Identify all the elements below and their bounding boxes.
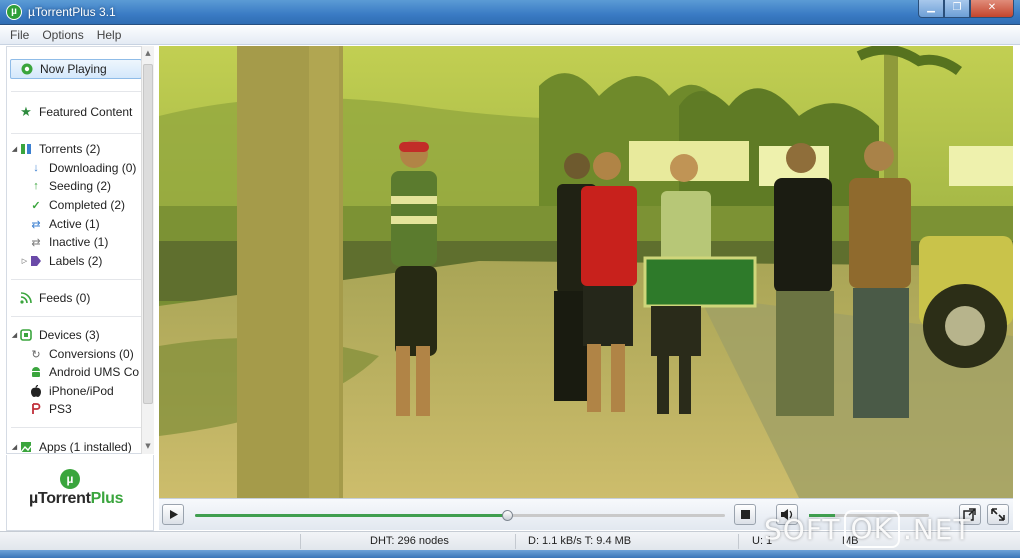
- person-6: [849, 141, 911, 418]
- inactive-arrows-icon: ⇄: [31, 236, 41, 249]
- sidebar-item-feeds[interactable]: Feeds (0): [10, 289, 142, 307]
- android-icon: [29, 365, 43, 379]
- sidebar-item-label: Inactive (1): [49, 235, 109, 249]
- expand-triangle-icon[interactable]: ▷: [20, 257, 29, 265]
- collapse-triangle-icon[interactable]: ◢: [10, 331, 19, 339]
- sidebar-item-label: Devices (3): [39, 328, 100, 342]
- arrow-up-icon: ↑: [33, 180, 39, 192]
- sidebar-item-completed[interactable]: ✓ Completed (2): [29, 196, 149, 214]
- play-circle-icon: [20, 62, 34, 76]
- sidebar-item-label: Torrents (2): [39, 142, 101, 156]
- divider: [11, 279, 141, 280]
- sidebar-item-label: Conversions (0): [49, 347, 134, 361]
- play-icon: [170, 510, 178, 519]
- window-bottom-edge: [0, 550, 1020, 558]
- collapse-triangle-icon[interactable]: ◢: [10, 145, 19, 153]
- scroll-down-arrow-icon[interactable]: ▼: [142, 440, 154, 452]
- sidebar-item-label: Downloading (0): [49, 161, 137, 175]
- sidebar-item-active[interactable]: ⇄ Active (1): [29, 215, 149, 233]
- sidebar-item-label: iPhone/iPod: [49, 384, 114, 398]
- sidebar-item-label: Feeds (0): [39, 291, 91, 305]
- menu-bar: File Options Help: [0, 26, 1020, 45]
- sidebar-item-now-playing[interactable]: Now Playing: [10, 59, 142, 79]
- apps-icon: [19, 440, 33, 453]
- sidebar-item-label: Featured Content: [39, 105, 133, 119]
- sidebar-item-torrents[interactable]: ◢ Torrents (2): [10, 140, 142, 158]
- divider: [11, 133, 141, 134]
- sidebar: Now Playing ★ Featured Content ◢ Torrent…: [6, 46, 154, 454]
- sidebar-item-downloading[interactable]: ↓ Downloading (0): [29, 159, 149, 177]
- play-button[interactable]: [162, 504, 184, 525]
- sidebar-item-conversions[interactable]: ↻ Conversions (0): [29, 345, 149, 363]
- devices-icon: [19, 328, 33, 342]
- divider: [11, 316, 141, 317]
- sidebar-item-label: Seeding (2): [49, 179, 112, 193]
- arrow-down-icon: ↓: [33, 162, 39, 174]
- sidebar-item-label: Completed (2): [49, 198, 126, 212]
- stop-button[interactable]: [734, 504, 756, 525]
- video-frame: [159, 46, 1013, 498]
- title-bar: µ µTorrentPlus 3.1 ▁ ❐ ✕: [0, 0, 1020, 25]
- sidebar-scrollbar[interactable]: ▲ ▼: [141, 46, 154, 454]
- sidebar-item-label: Active (1): [49, 217, 100, 231]
- sidebar-item-ps3[interactable]: PS3: [29, 400, 149, 418]
- brand-logo: µ µTorrentPlus: [6, 455, 154, 531]
- brand-wordmark: µTorrentPlus: [29, 490, 124, 507]
- seek-handle[interactable]: [501, 510, 513, 521]
- sidebar-item-seeding[interactable]: ↑ Seeding (2): [29, 177, 149, 195]
- refresh-icon: ↻: [31, 348, 41, 361]
- menu-file[interactable]: File: [10, 28, 29, 42]
- playstation-icon: [29, 402, 43, 416]
- apple-icon: [29, 384, 43, 398]
- sidebar-item-label: PS3: [49, 402, 72, 416]
- star-icon: ★: [20, 104, 32, 119]
- fullscreen-icon: [991, 508, 1005, 521]
- close-button[interactable]: ✕: [970, 0, 1014, 18]
- sidebar-item-inactive[interactable]: ⇄ Inactive (1): [29, 233, 149, 251]
- sidebar-item-featured[interactable]: ★ Featured Content: [10, 103, 142, 121]
- divider: [11, 91, 141, 92]
- sidebar-item-labels[interactable]: ▷ Labels (2): [20, 252, 146, 270]
- menu-help[interactable]: Help: [97, 28, 122, 42]
- divider: [11, 427, 141, 428]
- sidebar-item-label: Apps (1 installed): [39, 440, 132, 454]
- utorrent-logo-icon: µ: [6, 4, 22, 20]
- stop-icon: [741, 510, 750, 519]
- utorrent-badge-icon: µ: [60, 469, 80, 489]
- torrents-icon: [19, 142, 33, 156]
- sidebar-item-apps[interactable]: ◢ Apps (1 installed): [10, 438, 142, 454]
- sidebar-item-iphone[interactable]: iPhone/iPod: [29, 382, 149, 400]
- rss-feed-icon: [19, 291, 33, 305]
- maximize-button[interactable]: ❐: [944, 0, 970, 18]
- tag-icon: [29, 254, 43, 268]
- collapse-triangle-icon[interactable]: ◢: [10, 443, 19, 451]
- seek-progress: [195, 514, 508, 517]
- scroll-up-arrow-icon[interactable]: ▲: [142, 47, 154, 59]
- menu-options[interactable]: Options: [42, 28, 83, 42]
- sidebar-item-android[interactable]: Android UMS Co: [29, 363, 149, 381]
- sidebar-item-label: Now Playing: [40, 62, 107, 76]
- person-5: [774, 143, 834, 416]
- window-title: µTorrentPlus 3.1: [28, 5, 116, 19]
- video-viewport[interactable]: [159, 46, 1013, 498]
- download-status: D: 1.1 kB/s T: 9.4 MB: [528, 535, 632, 547]
- minimize-button[interactable]: ▁: [918, 0, 944, 18]
- seek-bar[interactable]: [195, 510, 725, 521]
- fullscreen-button[interactable]: [987, 504, 1009, 525]
- dht-status: DHT: 296 nodes: [370, 535, 449, 547]
- sidebar-item-label: Android UMS Co: [49, 365, 140, 379]
- checkmark-icon: ✓: [31, 199, 41, 212]
- sidebar-item-devices[interactable]: ◢ Devices (3): [10, 326, 142, 344]
- sidebar-item-label: Labels (2): [49, 254, 103, 268]
- window-controls: ▁ ❐ ✕: [918, 0, 1014, 20]
- active-arrows-icon: ⇄: [31, 218, 41, 231]
- watermark: SOFT OK .NET: [764, 508, 972, 550]
- scrollbar-thumb[interactable]: [143, 64, 153, 404]
